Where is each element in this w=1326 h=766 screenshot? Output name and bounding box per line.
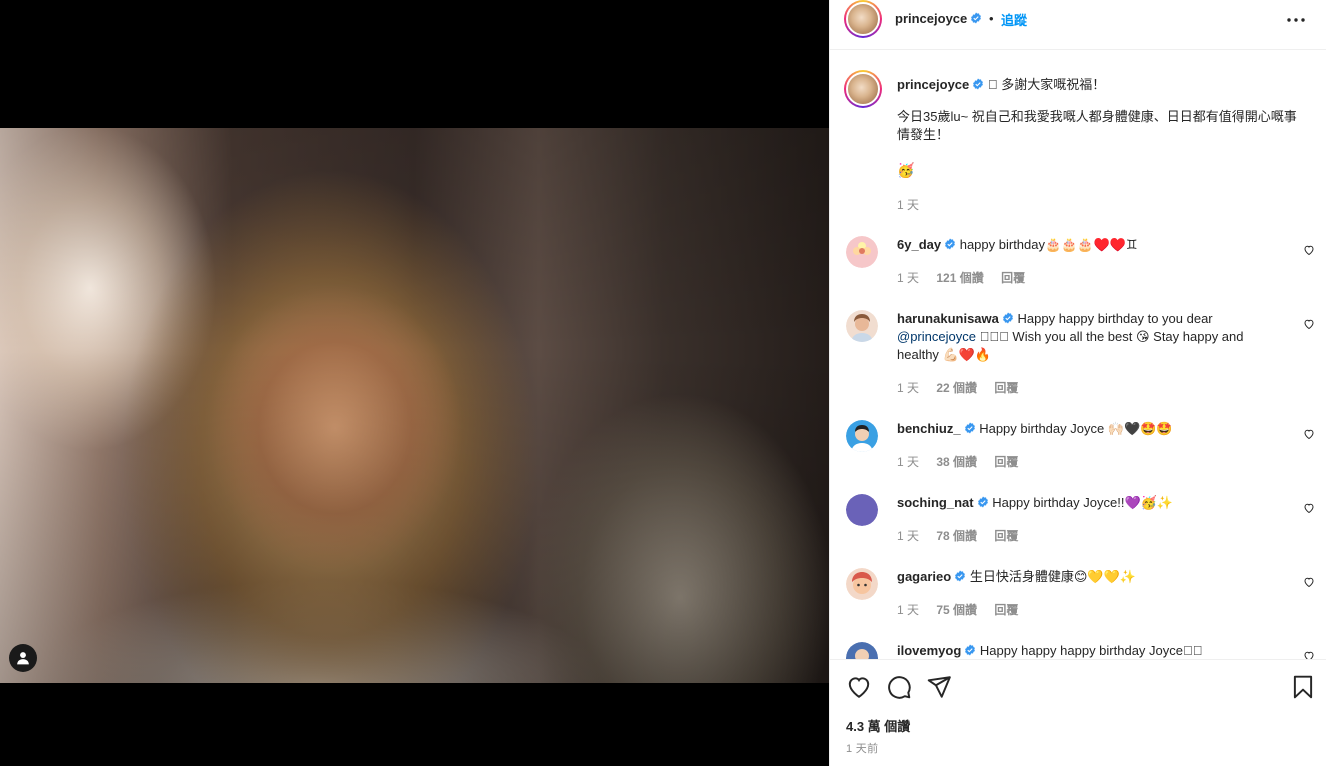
verified-badge-icon xyxy=(977,496,988,508)
caption-username[interactable]: princejoyce xyxy=(897,77,969,92)
comment-text: soching_nat Happy birthday Joyce!!💜🥳✨ xyxy=(897,494,1277,512)
post-sidebar: princejoyce • 追蹤 princejoyce 􀀀 多謝大家嘅祝福！ … xyxy=(829,0,1326,766)
person-avatar-icon xyxy=(846,420,878,452)
comment-likes[interactable]: 121 個讚 xyxy=(936,271,983,285)
verified-badge-icon xyxy=(955,570,966,582)
comment-meta: 1 天 22 個讚 回覆 xyxy=(897,379,1032,396)
author-avatar-image xyxy=(846,2,880,36)
more-options-button[interactable] xyxy=(1281,8,1311,32)
share-paper-plane-icon[interactable] xyxy=(926,674,952,700)
caption-emoji: 🥳 xyxy=(897,162,915,178)
follow-button[interactable]: 追蹤 xyxy=(1001,10,1027,29)
reply-button[interactable]: 回覆 xyxy=(1001,271,1025,285)
tagged-users-button[interactable] xyxy=(9,644,37,672)
verified-badge-icon xyxy=(964,422,975,434)
comment-time[interactable]: 1 天 xyxy=(897,603,919,617)
comment-username[interactable]: benchiuz_ xyxy=(897,421,961,436)
comment-bubble-icon[interactable] xyxy=(886,674,912,700)
verified-badge-icon xyxy=(973,78,984,90)
like-comment-heart-icon[interactable] xyxy=(1303,576,1315,588)
like-comment-heart-icon[interactable] xyxy=(1303,244,1315,256)
author-username-text[interactable]: princejoyce xyxy=(895,11,967,26)
comment-body: Happy happy birthday to you dear xyxy=(1017,311,1213,326)
comment-body: Happy birthday Joyce!!💜🥳✨ xyxy=(992,495,1173,510)
verified-badge-icon xyxy=(965,644,976,656)
flower-avatar-icon xyxy=(846,236,878,268)
post-timestamp[interactable]: 1 天前 xyxy=(846,740,878,756)
comment-body: Happy birthday Joyce 🙌🏻🖤🤩🤩 xyxy=(979,421,1173,436)
caption-body: 今日35歲lu~ 祝自己和我愛我嘅人都身體健康、日日都有值得開心嘅事情發生！ xyxy=(897,109,1297,142)
comment-text: benchiuz_ Happy birthday Joyce 🙌🏻🖤🤩🤩 xyxy=(897,420,1277,438)
comment-avatar[interactable] xyxy=(846,420,878,452)
like-comment-heart-icon[interactable] xyxy=(1303,318,1315,330)
comment-body: 生日快活身體健康😊💛💛✨ xyxy=(969,569,1136,584)
comment-meta: 1 天 38 個讚 回覆 xyxy=(897,453,1032,470)
post-likes-count[interactable]: 4.3 萬 個讚 xyxy=(846,716,910,735)
reply-button[interactable]: 回覆 xyxy=(994,603,1018,617)
like-comment-heart-icon[interactable] xyxy=(1303,428,1315,440)
post-header: princejoyce • 追蹤 xyxy=(830,0,1326,50)
cartoon-avatar-icon xyxy=(846,568,878,600)
photo-shade xyxy=(0,128,829,683)
comment-avatar[interactable] xyxy=(846,494,878,526)
more-horizontal-icon xyxy=(1287,18,1305,22)
caption-avatar-image xyxy=(846,72,880,106)
comment-meta: 1 天 75 個讚 回覆 xyxy=(897,601,1032,618)
reply-button[interactable]: 回覆 xyxy=(994,455,1018,469)
caption-timestamp[interactable]: 1 天 xyxy=(897,196,919,213)
solid-avatar-icon xyxy=(846,494,878,526)
caption-headline: 􀀀 多謝大家嘅祝福！ xyxy=(987,77,1106,92)
verified-badge-icon xyxy=(971,12,982,24)
comment-time[interactable]: 1 天 xyxy=(897,455,919,469)
post-actions: 4.3 萬 個讚 1 天前 xyxy=(830,659,1326,766)
comment-likes[interactable]: 22 個讚 xyxy=(936,381,977,395)
comment-text: 6y_day happy birthday🎂🎂🎂♥️♥️♊ xyxy=(897,236,1277,254)
media-pane xyxy=(0,0,829,766)
comment-username[interactable]: ilovemyog xyxy=(897,643,961,658)
like-heart-icon[interactable] xyxy=(846,674,872,700)
like-comment-heart-icon[interactable] xyxy=(1303,650,1315,659)
author-avatar[interactable] xyxy=(844,0,882,38)
comment-time[interactable]: 1 天 xyxy=(897,529,919,543)
comment-time[interactable]: 1 天 xyxy=(897,271,919,285)
comment-time[interactable]: 1 天 xyxy=(897,381,919,395)
person-avatar-icon xyxy=(846,642,878,659)
comment-likes[interactable]: 75 個讚 xyxy=(936,603,977,617)
comment-text: ilovemyog Happy happy happy birthday Joy… xyxy=(897,642,1277,659)
person-avatar-icon xyxy=(846,310,878,342)
comments-list[interactable]: princejoyce 􀀀 多謝大家嘅祝福！ 今日35歲lu~ 祝自己和我愛我嘅… xyxy=(830,50,1326,659)
comment-avatar[interactable] xyxy=(846,642,878,659)
like-comment-heart-icon[interactable] xyxy=(1303,502,1315,514)
comment-likes[interactable]: 38 個讚 xyxy=(936,455,977,469)
comment-username[interactable]: 6y_day xyxy=(897,237,941,252)
comment-username[interactable]: harunakunisawa xyxy=(897,311,999,326)
comment-text: gagarieo 生日快活身體健康😊💛💛✨ xyxy=(897,568,1277,586)
comment-body: Happy happy happy birthday Joyce􀀀􀀀 xyxy=(979,643,1203,658)
comment-text: harunakunisawa Happy happy birthday to y… xyxy=(897,310,1277,364)
reply-button[interactable]: 回覆 xyxy=(994,529,1018,543)
caption-avatar[interactable] xyxy=(844,70,882,108)
comment-username[interactable]: gagarieo xyxy=(897,569,951,584)
save-bookmark-icon[interactable] xyxy=(1290,674,1316,700)
comment-likes[interactable]: 78 個讚 xyxy=(936,529,977,543)
author-username[interactable]: princejoyce xyxy=(895,11,982,26)
comment-avatar[interactable] xyxy=(846,568,878,600)
comment-body: happy birthday🎂🎂🎂♥️♥️♊ xyxy=(959,237,1138,252)
verified-badge-icon xyxy=(945,238,956,250)
comment-mention[interactable]: @princejoyce xyxy=(897,329,976,344)
reply-button[interactable]: 回覆 xyxy=(994,381,1018,395)
caption-line: princejoyce 􀀀 多謝大家嘅祝福！ xyxy=(897,74,1105,93)
comment-meta: 1 天 121 個讚 回覆 xyxy=(897,269,1039,286)
header-separator: • xyxy=(989,11,994,26)
comment-avatar[interactable] xyxy=(846,310,878,342)
user-icon xyxy=(17,652,29,665)
verified-badge-icon xyxy=(1002,312,1013,324)
post-photo[interactable] xyxy=(0,128,829,683)
comment-avatar[interactable] xyxy=(846,236,878,268)
comment-meta: 1 天 78 個讚 回覆 xyxy=(897,527,1032,544)
comment-username[interactable]: soching_nat xyxy=(897,495,974,510)
